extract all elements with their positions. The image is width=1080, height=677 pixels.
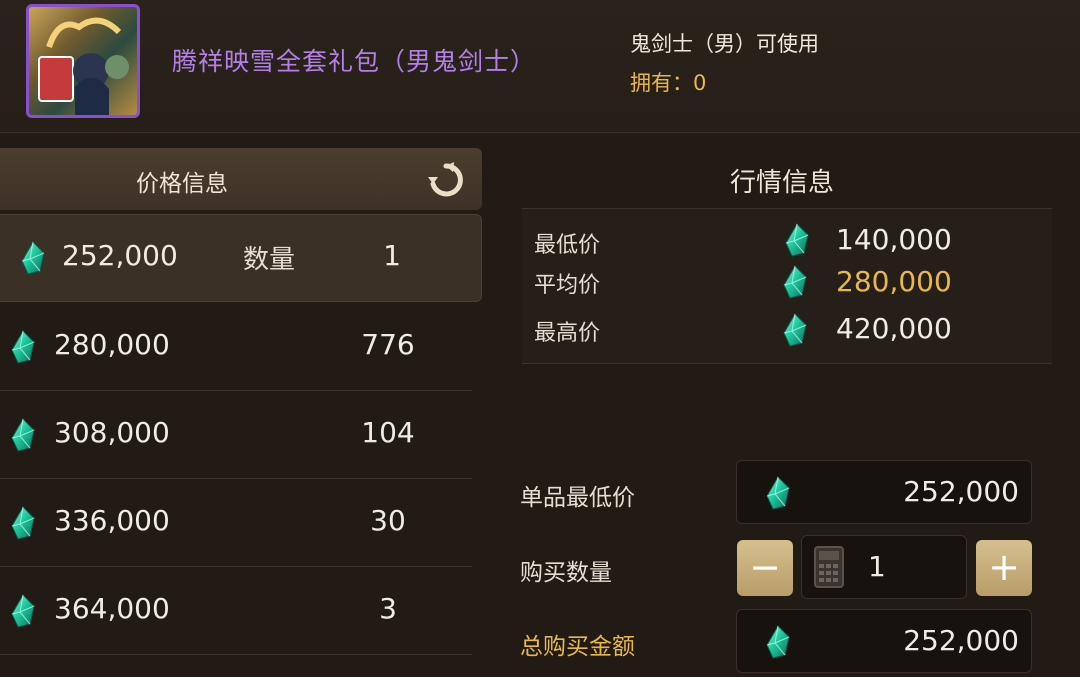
max-price-label: 最高价	[534, 321, 601, 346]
gem-icon	[782, 313, 808, 347]
row-price: 252,000	[62, 239, 178, 272]
quantity-label: 数量	[243, 245, 296, 275]
price-row[interactable]: 364,000 3	[0, 568, 472, 655]
market-info-box: 最低价 140,000 平均价 280,000 最高价 420,000	[522, 208, 1052, 364]
total-amount-field: 252,000	[736, 609, 1032, 673]
row-quantity: 776	[361, 328, 415, 361]
row-price: 308,000	[54, 416, 170, 449]
price-row[interactable]: 252,000 数量 1	[0, 214, 482, 302]
price-row[interactable]: 308,000 104	[0, 392, 472, 479]
unit-min-price-label: 单品最低价	[520, 485, 635, 511]
market-info-title: 行情信息	[730, 168, 835, 198]
price-list-panel: 价格信息 252,000 数量 1 280,000 776 308,000 10…	[0, 148, 482, 677]
item-header: 腾祥映雪全套礼包（男鬼剑士） 鬼剑士（男）可使用 拥有：0	[0, 0, 1080, 133]
total-amount-value: 252,000	[903, 624, 1019, 657]
purchase-quantity-label: 购买数量	[520, 560, 612, 586]
plus-button[interactable]: +	[976, 540, 1032, 596]
row-price: 364,000	[54, 592, 170, 625]
gem-icon	[10, 594, 36, 628]
max-price-value: 420,000	[836, 312, 952, 345]
price-info-header: 价格信息	[0, 148, 482, 210]
gem-icon	[10, 418, 36, 452]
minus-button[interactable]: −	[737, 540, 793, 596]
min-price-value: 140,000	[836, 223, 952, 256]
gem-icon	[10, 330, 36, 364]
row-quantity: 3	[379, 592, 397, 625]
row-quantity: 1	[383, 239, 401, 272]
price-info-title: 价格信息	[136, 171, 228, 197]
gem-icon	[784, 223, 810, 257]
refresh-icon[interactable]	[426, 160, 466, 200]
row-price: 280,000	[54, 328, 170, 361]
gem-icon	[782, 265, 808, 299]
gem-icon	[765, 476, 791, 510]
gem-icon	[10, 506, 36, 540]
gem-icon	[765, 625, 791, 659]
total-amount-label: 总购买金额	[520, 634, 635, 660]
quantity-value: 1	[868, 550, 886, 583]
min-price-label: 最低价	[534, 233, 601, 258]
row-quantity: 30	[370, 504, 406, 537]
unit-min-price-field: 252,000	[736, 460, 1032, 524]
price-row[interactable]: 336,000 30	[0, 480, 472, 567]
quantity-input[interactable]: 1	[801, 535, 967, 599]
row-price: 336,000	[54, 504, 170, 537]
avg-price-label: 平均价	[534, 273, 601, 298]
gem-icon	[20, 241, 46, 275]
row-quantity: 104	[361, 416, 415, 449]
item-title: 腾祥映雪全套礼包（男鬼剑士）	[172, 47, 537, 76]
avg-price-value: 280,000	[836, 265, 952, 298]
price-row[interactable]: 280,000 776	[0, 304, 472, 391]
owned-count: 拥有：0	[630, 71, 707, 95]
usable-by-text: 鬼剑士（男）可使用	[630, 32, 819, 56]
unit-min-price-value: 252,000	[903, 475, 1019, 508]
item-icon[interactable]	[26, 4, 140, 118]
calculator-icon[interactable]	[814, 546, 844, 588]
